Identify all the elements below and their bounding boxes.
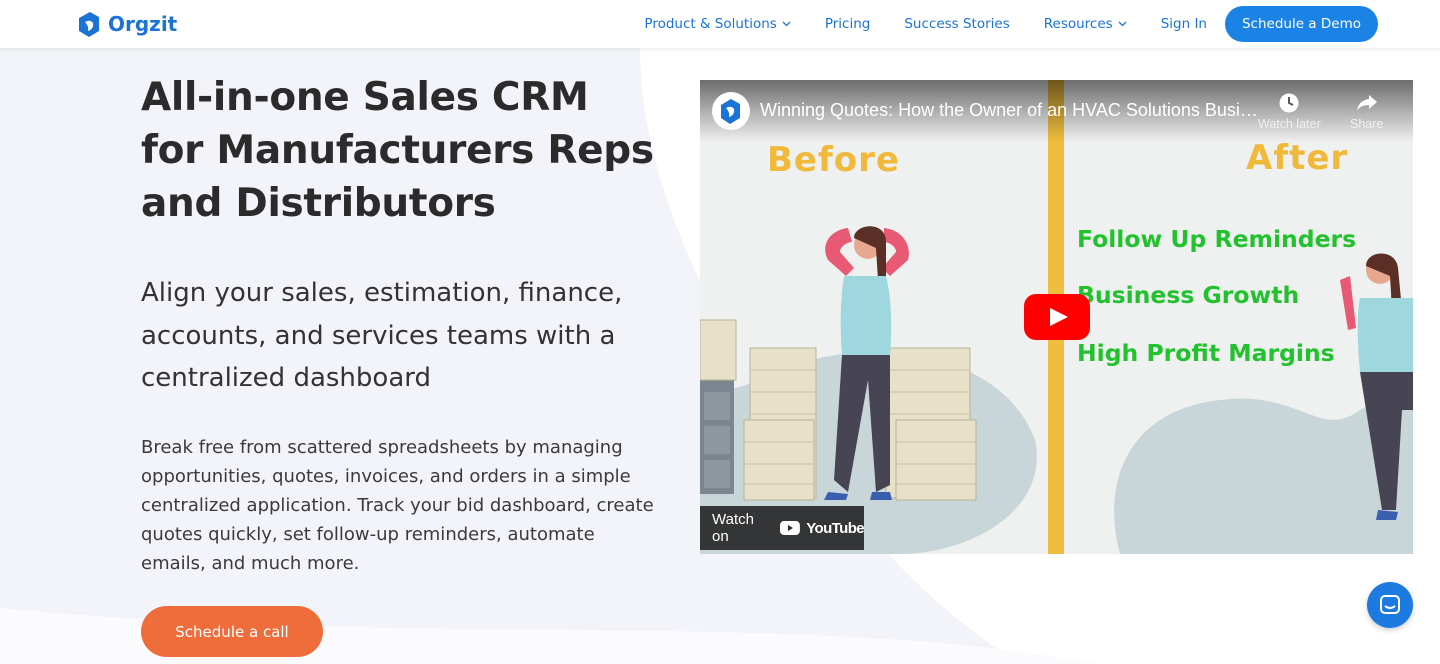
hero-description-line: opportunities, quotes, invoices, and ord… — [141, 466, 631, 487]
hero-title-line: All-in-one Sales CRM — [141, 75, 589, 120]
share-label: Share — [1350, 117, 1384, 131]
hero-description-line: quotes quickly, set follow-up reminders,… — [141, 524, 595, 545]
hero-description-line: Break free from scattered spreadsheets b… — [141, 437, 623, 458]
watch-later-label: Watch later — [1258, 117, 1321, 131]
feature-label: High Profit Margins — [1077, 339, 1335, 367]
schedule-call-button[interactable]: Schedule a call — [141, 606, 323, 657]
brand-name: Orgzit — [108, 12, 178, 36]
watch-later-button[interactable]: Watch later — [1258, 92, 1321, 131]
hero-title: All-in-one Sales CRM for Manufacturers R… — [141, 71, 701, 230]
nav-success-stories[interactable]: Success Stories — [904, 16, 1009, 32]
orgzit-logo-icon — [79, 12, 99, 37]
chevron-down-icon — [1118, 21, 1127, 27]
share-arrow-icon — [1356, 95, 1377, 111]
hero-subtitle-line: Align your sales, estimation, finance, — [141, 278, 623, 308]
channel-avatar-icon[interactable] — [712, 92, 750, 130]
schedule-demo-button[interactable]: Schedule a Demo — [1224, 6, 1378, 42]
video-title[interactable]: Winning Quotes: How the Owner of an HVAC… — [760, 100, 1260, 121]
chevron-down-icon — [782, 21, 791, 27]
hero-subtitle-line: centralized dashboard — [141, 363, 431, 393]
hero-description: Break free from scattered spreadsheets b… — [141, 433, 681, 578]
nav-label: Sign In — [1160, 16, 1207, 32]
hero-title-line: and Distributors — [141, 181, 496, 226]
nav-pricing[interactable]: Pricing — [825, 16, 871, 32]
nav-label: Product & Solutions — [644, 16, 777, 32]
youtube-play-icon[interactable] — [1024, 294, 1090, 340]
watch-on-label: Watch on — [712, 511, 754, 545]
youtube-logo-icon — [780, 521, 801, 535]
site-header: Orgzit Product & Solutions Pricing Succe… — [0, 0, 1440, 48]
after-label: After — [1246, 138, 1349, 178]
nav-label: Resources — [1043, 16, 1113, 32]
brand-logo[interactable]: Orgzit — [76, 9, 177, 39]
main-nav: Product & Solutions Pricing Success Stor… — [610, 6, 1378, 42]
share-button[interactable]: Share — [1350, 92, 1383, 131]
feature-label: Follow Up Reminders — [1077, 225, 1357, 253]
youtube-video-embed[interactable]: Winning Quotes: How the Owner of an HVAC… — [700, 80, 1413, 554]
hero-description-line: emails, and much more. — [141, 553, 360, 574]
nav-resources[interactable]: Resources — [1044, 16, 1127, 32]
clock-icon — [1279, 93, 1299, 113]
hero-title-line: for Manufacturers Reps — [141, 128, 654, 173]
nav-product-solutions[interactable]: Product & Solutions — [644, 16, 791, 32]
watch-on-youtube-button[interactable]: Watch on YouTube — [700, 506, 865, 550]
before-label: Before — [767, 140, 900, 180]
nav-label: Pricing — [824, 16, 871, 32]
feature-label: Business Growth — [1077, 281, 1300, 309]
chat-bubble-icon — [1380, 595, 1400, 614]
hero-subtitle-line: accounts, and services teams with a — [141, 320, 616, 351]
hero-description-line: centralized application. Track your bid … — [141, 495, 654, 516]
hero-subtitle: Align your sales, estimation, finance, a… — [141, 272, 681, 400]
nav-sign-in[interactable]: Sign In — [1161, 16, 1207, 32]
nav-label: Success Stories — [904, 16, 1010, 32]
chat-launcher-button[interactable] — [1367, 582, 1413, 628]
youtube-wordmark: YouTube — [806, 519, 864, 537]
